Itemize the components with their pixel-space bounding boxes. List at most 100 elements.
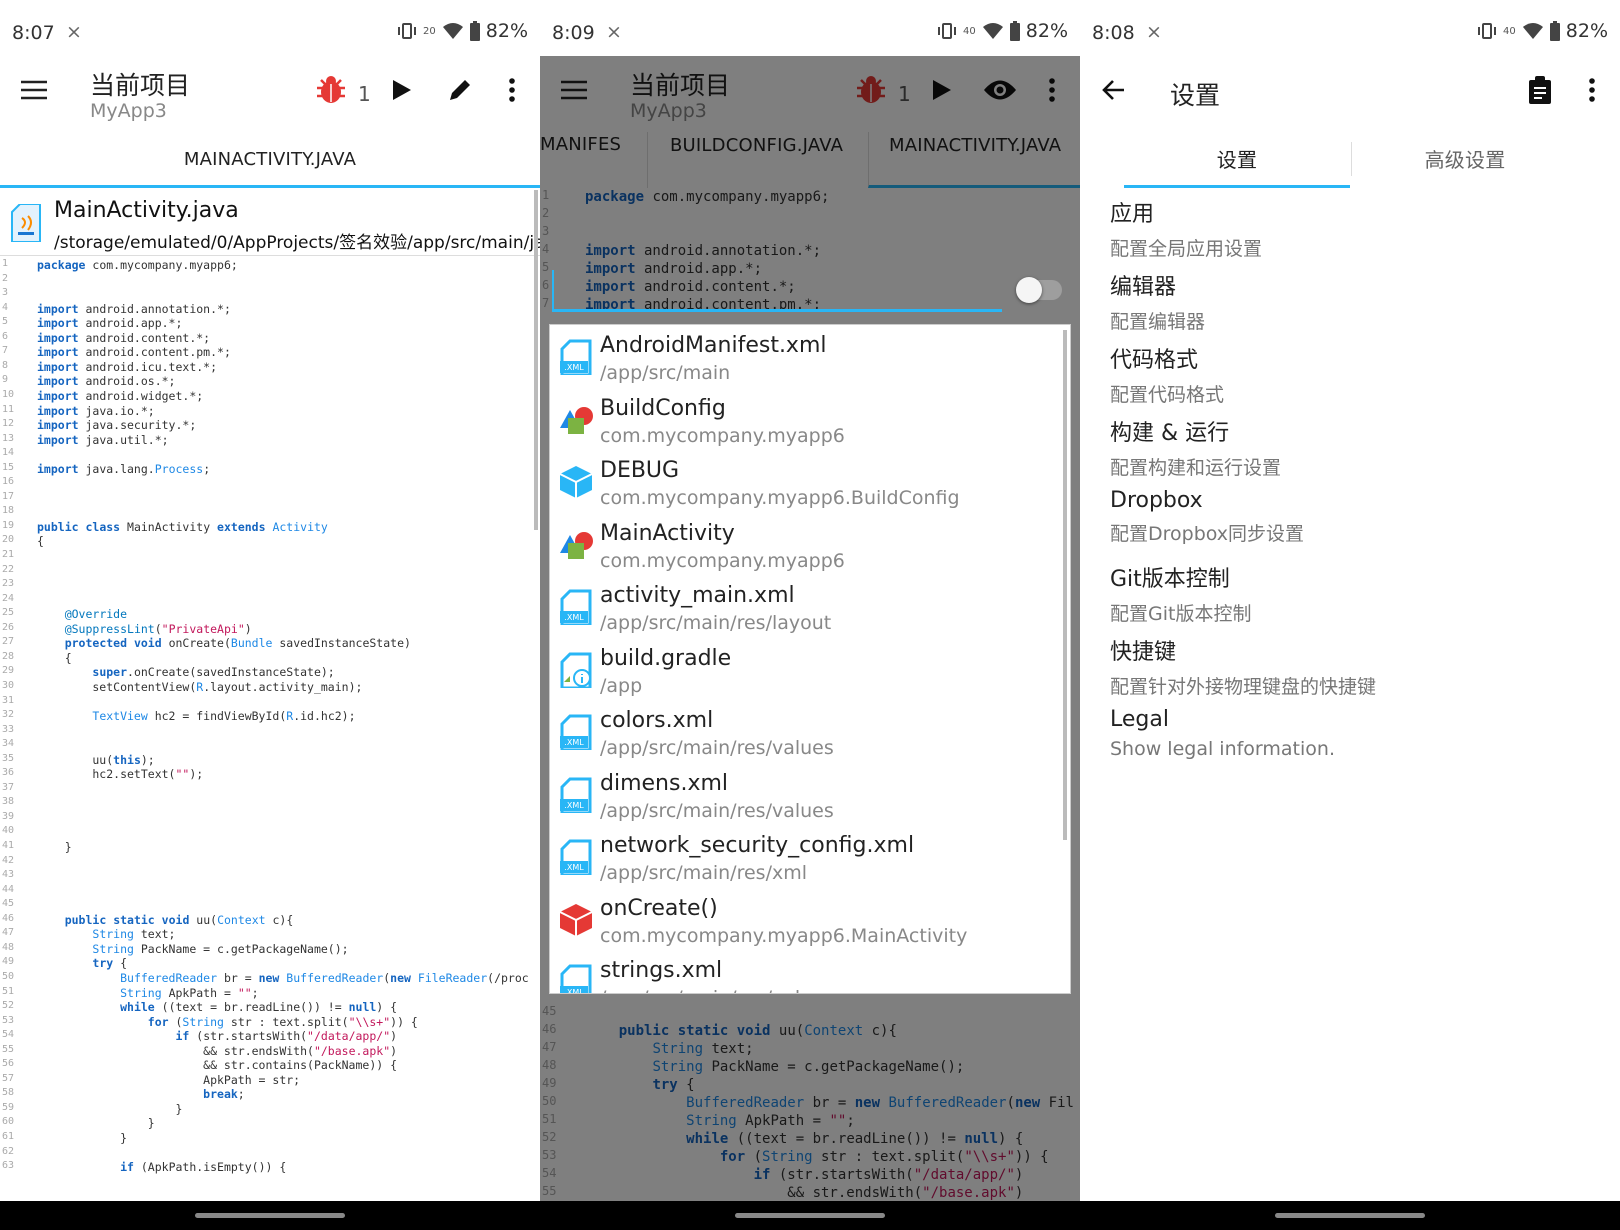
settings-item[interactable]: 应用 配置全局应用设置 bbox=[1110, 196, 1262, 261]
search-field[interactable] bbox=[552, 270, 1002, 312]
popup-list-item[interactable]: .XML dimens.xml/app/src/main/res/values bbox=[550, 763, 1060, 825]
settings-item[interactable]: 代码格式 配置代码格式 bbox=[1110, 342, 1224, 407]
back-arrow-icon[interactable] bbox=[1094, 70, 1134, 110]
home-indicator[interactable] bbox=[735, 1213, 885, 1218]
code-line: import java.util.*; bbox=[37, 432, 169, 447]
code-line: public static void uu(Context c){ bbox=[618, 1023, 897, 1039]
line-number: 16 bbox=[2, 476, 15, 488]
line-number: 51 bbox=[2, 985, 15, 997]
line-number: 6 bbox=[2, 330, 9, 342]
settings-item[interactable]: Legal Show legal information. bbox=[1110, 707, 1335, 760]
status-bar: 8:08 × 40 82% bbox=[1080, 0, 1620, 56]
code-line: import android.widget.*; bbox=[37, 388, 204, 403]
line-number: 15 bbox=[2, 461, 15, 473]
line-number: 46 bbox=[542, 1022, 557, 1036]
line-number: 59 bbox=[2, 1101, 15, 1113]
settings-item[interactable]: Dropbox 配置Dropbox同步设置 bbox=[1110, 488, 1304, 546]
svg-text:.XML: .XML bbox=[564, 863, 584, 872]
app-bar: 当前项目 MyApp3 1 bbox=[540, 56, 1080, 132]
more-options-icon[interactable] bbox=[492, 70, 532, 110]
code-editor[interactable]: 1 package com.mycompany.myapp6; 2 3 4 import … bbox=[0, 258, 540, 1201]
popup-list-item[interactable]: .XML strings.xml/app/src/main/res/values bbox=[550, 950, 1060, 993]
run-icon[interactable] bbox=[382, 70, 422, 110]
bug-icon[interactable] bbox=[311, 70, 351, 110]
popup-list-item[interactable]: .XML colors.xml/app/src/main/res/values bbox=[550, 700, 1060, 762]
file-tabs: MANIFES BUILDCONFIG.JAVA MAINACTIVITY.JA… bbox=[540, 132, 1080, 188]
code-line: { bbox=[37, 650, 72, 665]
popup-list-item[interactable]: MainActivity com.mycompany.myapp6 bbox=[550, 513, 1060, 575]
net-speed: 40 bbox=[1503, 25, 1516, 37]
item-path: com.mycompany.myapp6.BuildConfig bbox=[600, 487, 960, 509]
menu-icon[interactable] bbox=[14, 70, 54, 110]
line-number: 55 bbox=[542, 1184, 557, 1198]
code-line: String ApkPath = ""; bbox=[120, 985, 259, 1000]
close-notification-icon[interactable]: × bbox=[606, 21, 622, 43]
tab-mainactivity[interactable]: MAINACTIVITY.JAVA bbox=[0, 132, 540, 188]
edit-icon[interactable] bbox=[440, 70, 480, 110]
bug-icon[interactable] bbox=[851, 70, 891, 110]
popup-list-item[interactable]: .XML activity_main.xml/app/src/main/res/l… bbox=[550, 575, 1060, 637]
popup-list-item[interactable]: BuildConfig com.mycompany.myapp6 bbox=[550, 388, 1060, 450]
item-path: /app/src/main/res/values bbox=[600, 987, 834, 993]
settings-item[interactable]: 编辑器 配置编辑器 bbox=[1110, 269, 1205, 334]
tab-advanced-settings[interactable]: 高级设置 bbox=[1352, 132, 1578, 188]
line-number: 5 bbox=[542, 260, 550, 274]
line-number: 12 bbox=[2, 418, 15, 430]
settings-item[interactable]: 快捷键 配置针对外接物理键盘的快捷键 bbox=[1110, 634, 1376, 699]
close-notification-icon[interactable]: × bbox=[1146, 21, 1162, 43]
home-indicator[interactable] bbox=[1275, 1213, 1425, 1218]
run-icon[interactable] bbox=[922, 70, 962, 110]
menu-icon[interactable] bbox=[554, 70, 594, 110]
code-line: super.onCreate(savedInstanceState); bbox=[92, 665, 335, 680]
code-line: import android.content.pm.*; bbox=[37, 345, 231, 360]
popup-list-item[interactable]: DEBUG com.mycompany.myapp6.BuildConfig bbox=[550, 450, 1060, 512]
item-path: /app bbox=[600, 674, 643, 697]
editor-pane: 8:07 × 20 82% 当前项目 MyApp3 1 MAINACTIVITY… bbox=[0, 0, 540, 1230]
code-editor-lower[interactable]: 45 46 public static void uu(Context c){47… bbox=[540, 1004, 1080, 1201]
clipboard-icon[interactable] bbox=[1520, 70, 1560, 110]
settings-item[interactable]: Git版本控制 配置Git版本控制 bbox=[1110, 561, 1251, 626]
item-name: colors.xml bbox=[600, 708, 714, 733]
toggle-switch[interactable] bbox=[1016, 277, 1062, 303]
svg-text:.XML: .XML bbox=[564, 738, 584, 747]
line-number: 31 bbox=[2, 694, 15, 706]
class-icon bbox=[558, 527, 594, 563]
tab-buildconfig[interactable]: BUILDCONFIG.JAVA bbox=[670, 132, 855, 188]
line-number: 33 bbox=[2, 723, 15, 735]
popup-list-item[interactable]: build.gradle/app bbox=[550, 638, 1060, 700]
more-options-icon[interactable] bbox=[1572, 70, 1612, 110]
popup-list-item[interactable]: .XML AndroidManifest.xml/app/src/main bbox=[550, 325, 1060, 387]
line-number: 4 bbox=[2, 301, 9, 313]
scrollbar[interactable] bbox=[534, 190, 538, 530]
close-notification-icon[interactable]: × bbox=[66, 21, 82, 43]
tab-mainactivity[interactable]: MAINACTIVITY.JAVA bbox=[868, 132, 1080, 188]
line-number: 27 bbox=[2, 636, 15, 648]
popup-list-item[interactable]: .XML network_security_config.xml/app/src/… bbox=[550, 825, 1060, 887]
code-line: && str.contains(PackName)) { bbox=[37, 1058, 398, 1073]
vibrate-icon bbox=[398, 23, 417, 39]
line-number: 2 bbox=[542, 206, 550, 220]
wifi-icon bbox=[442, 23, 463, 39]
preview-eye-icon[interactable] bbox=[980, 70, 1020, 110]
battery-level: 82% bbox=[1565, 20, 1608, 42]
item-name: activity_main.xml bbox=[600, 583, 795, 608]
line-number: 1 bbox=[2, 258, 9, 269]
status-icons: 40 82% bbox=[1477, 20, 1608, 42]
line-number: 51 bbox=[542, 1112, 557, 1126]
file-tabs: MAINACTIVITY.JAVA bbox=[0, 132, 540, 188]
battery-icon bbox=[469, 21, 480, 41]
settings-list: 应用 配置全局应用设置 编辑器 配置编辑器 代码格式 配置代码格式 构建 & 运行 配置构建和… bbox=[1080, 196, 1620, 796]
settings-item-desc: 配置代码格式 bbox=[1110, 384, 1225, 406]
popup-scrollbar[interactable] bbox=[1063, 330, 1067, 840]
home-indicator[interactable] bbox=[195, 1213, 345, 1218]
code-line: for (String str : text.split("\\s+")) { bbox=[147, 1014, 418, 1029]
popup-list-item[interactable]: onCreate() com.mycompany.myapp6.MainActiv… bbox=[550, 888, 1060, 950]
settings-item[interactable]: 构建 & 运行 配置构建和运行设置 bbox=[1110, 415, 1281, 480]
more-options-icon[interactable] bbox=[1032, 70, 1072, 110]
line-number: 26 bbox=[2, 621, 15, 633]
line-number: 1 bbox=[542, 188, 550, 202]
tab-settings[interactable]: 设置 bbox=[1124, 132, 1350, 188]
tab-manifest[interactable]: MANIFES bbox=[540, 132, 648, 188]
item-path: com.mycompany.myapp6.MainActivity bbox=[600, 924, 968, 947]
code-line: import android.content.*; bbox=[37, 330, 211, 345]
